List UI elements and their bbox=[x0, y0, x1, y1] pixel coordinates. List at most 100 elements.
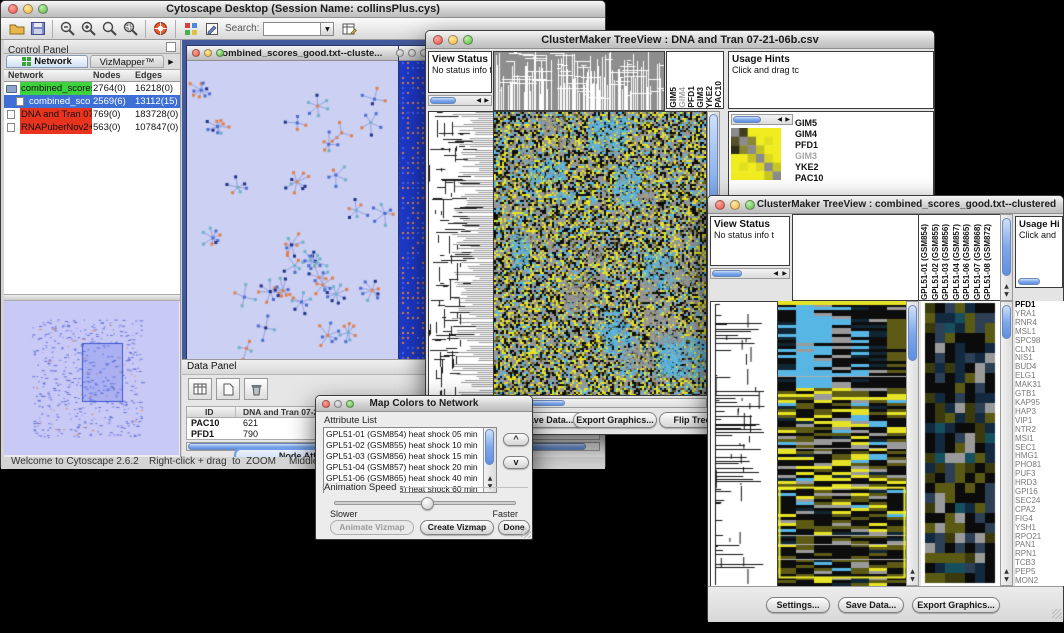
zoom-button[interactable] bbox=[463, 35, 473, 45]
tv2-row-dendrogram[interactable] bbox=[710, 301, 778, 588]
gene-label[interactable]: PFD1 bbox=[795, 140, 823, 151]
tv2-status-hscroll-thumb[interactable] bbox=[712, 270, 742, 277]
zoom-in-button[interactable] bbox=[78, 19, 99, 39]
tv1-heatmap[interactable] bbox=[493, 111, 707, 396]
close-button[interactable] bbox=[396, 49, 404, 57]
attribute-list-item[interactable]: GPL51-01 (GSM854) heat shock 05 min bbox=[324, 429, 483, 440]
save-session-button[interactable] bbox=[27, 19, 48, 39]
tv2-settings-button[interactable]: Settings... bbox=[766, 597, 830, 613]
attribute-list-vscroll-thumb[interactable] bbox=[485, 429, 494, 465]
gene-label[interactable]: PAC10 bbox=[795, 173, 823, 184]
help-ring-icon[interactable] bbox=[150, 19, 171, 39]
minimize-button[interactable] bbox=[334, 400, 342, 408]
scroll-down-icon[interactable]: ▼ bbox=[1001, 291, 1012, 299]
dialog-title-bar[interactable]: Map Colors to Network bbox=[316, 396, 532, 412]
tv1-export-graphics-button[interactable]: Export Graphics... bbox=[573, 412, 657, 428]
scroll-right-icon[interactable]: ▶ bbox=[782, 270, 787, 277]
scroll-up-icon[interactable]: ▲ bbox=[907, 568, 918, 576]
scroll-up-icon[interactable]: ▲ bbox=[1001, 283, 1012, 291]
gene-label[interactable]: GIM5 bbox=[795, 118, 823, 129]
attribute-list-item[interactable]: GPL51-03 (GSM856) heat shock 15 min bbox=[324, 451, 483, 462]
scroll-right-icon[interactable]: ▶ bbox=[785, 116, 790, 123]
close-button[interactable] bbox=[433, 35, 443, 45]
attribute-list-item[interactable]: GPL51-04 (GSM857) heat shock 20 min bbox=[324, 462, 483, 473]
data-col-id[interactable]: ID bbox=[205, 407, 214, 417]
scroll-down-icon[interactable]: ▼ bbox=[907, 576, 918, 584]
tv2-heatmap-vscroll-thumb[interactable] bbox=[908, 305, 917, 361]
search-input[interactable] bbox=[263, 22, 321, 36]
animation-speed-slider[interactable] bbox=[334, 501, 516, 505]
zoom-button[interactable] bbox=[745, 200, 755, 210]
animate-vizmap-button[interactable]: Animate Vizmap bbox=[330, 520, 414, 535]
vizmapper-icon[interactable] bbox=[180, 19, 201, 39]
tab-network[interactable]: Network bbox=[6, 55, 88, 68]
zoom-button[interactable] bbox=[346, 400, 354, 408]
scroll-up-icon[interactable]: ▲ bbox=[1001, 568, 1012, 576]
network-graph-view[interactable] bbox=[187, 61, 398, 359]
zoom-button[interactable] bbox=[216, 49, 224, 57]
tv2-selected-cluster-zoom[interactable] bbox=[921, 301, 1000, 586]
tv1-status-hscrollbar[interactable]: ◀ ▶ bbox=[428, 95, 492, 106]
treeview1-title-bar[interactable]: ClusterMaker TreeView : DNA and Tran 07-… bbox=[426, 31, 934, 49]
tv2-status-hscrollbar[interactable]: ◀ ▶ bbox=[710, 268, 790, 279]
tab-overflow-arrow[interactable]: ▶ bbox=[164, 55, 178, 68]
tv1-status-hscroll-thumb[interactable] bbox=[430, 97, 456, 104]
create-vizmap-button[interactable]: Create Vizmap bbox=[420, 520, 494, 535]
scroll-down-icon[interactable]: ▼ bbox=[1001, 576, 1012, 584]
resize-grip[interactable] bbox=[521, 528, 531, 538]
tv2-zoom-vscroll-thumb[interactable] bbox=[1002, 305, 1011, 339]
network-table-row[interactable]: DNA and Tran 07769(0)183728(0) bbox=[4, 108, 180, 121]
close-button[interactable] bbox=[715, 200, 725, 210]
tv2-labels-vscrollbar[interactable]: ▲ ▼ bbox=[1000, 214, 1013, 301]
select-attributes-button[interactable] bbox=[188, 378, 212, 400]
tv2-export-graphics-button[interactable]: Export Graphics... bbox=[912, 597, 1000, 613]
network-overview-canvas[interactable] bbox=[4, 301, 179, 455]
float-panel-icon[interactable] bbox=[166, 42, 176, 52]
search-dropdown-button[interactable]: ▼ bbox=[321, 22, 334, 36]
tv2-usage-hscroll-thumb[interactable] bbox=[1018, 278, 1040, 285]
network-table-row[interactable]: combined_sco2569(6)13112(15) bbox=[4, 95, 180, 108]
attribute-list-item[interactable]: GPL51-02 (GSM855) heat shock 10 min bbox=[324, 440, 483, 451]
col-header-nodes[interactable]: Nodes bbox=[93, 70, 121, 80]
col-header-edges[interactable]: Edges bbox=[135, 70, 162, 80]
tv2-column-dendrogram-area[interactable] bbox=[792, 214, 919, 301]
col-header-network[interactable]: Network bbox=[8, 70, 44, 80]
tv1-matrix-hscrollbar[interactable]: ◀ ▶ bbox=[731, 114, 793, 125]
minimize-button[interactable] bbox=[204, 49, 212, 57]
attribute-list-vscrollbar[interactable]: ▲ ▼ bbox=[483, 428, 496, 492]
new-attribute-button[interactable] bbox=[216, 378, 240, 400]
tv2-save-data-button[interactable]: Save Data... bbox=[838, 597, 904, 613]
gene-label[interactable]: GIM3 bbox=[795, 151, 823, 162]
scroll-left-icon[interactable]: ◀ bbox=[773, 270, 778, 277]
minimize-button[interactable] bbox=[730, 200, 740, 210]
tv2-labels-vscroll-thumb[interactable] bbox=[1002, 218, 1011, 276]
tv1-similarity-matrix[interactable] bbox=[731, 128, 781, 180]
scroll-left-icon[interactable]: ◀ bbox=[476, 97, 481, 104]
slider-thumb[interactable] bbox=[421, 497, 434, 510]
zoom-selected-button[interactable] bbox=[120, 19, 141, 39]
panel-splitter[interactable] bbox=[4, 294, 180, 301]
move-attribute-down-button[interactable]: v bbox=[503, 456, 529, 469]
tv2-heatmap-vscrollbar[interactable]: ▲ ▼ bbox=[906, 301, 919, 586]
main-title-bar[interactable]: Cytoscape Desktop (Session Name: collins… bbox=[1, 1, 605, 18]
zoom-fit-button[interactable] bbox=[99, 19, 120, 39]
scroll-right-icon[interactable]: ▶ bbox=[484, 97, 489, 104]
scroll-up-icon[interactable]: ▲ bbox=[484, 475, 496, 483]
tv1-matrix-hscroll-thumb[interactable] bbox=[733, 116, 761, 123]
zoom-out-button[interactable] bbox=[57, 19, 78, 39]
tv1-row-dendrogram[interactable] bbox=[428, 111, 494, 396]
tv2-zoom-vscrollbar[interactable]: ▲ ▼ bbox=[1000, 301, 1013, 586]
attribute-editor-icon[interactable] bbox=[339, 19, 360, 39]
resize-grip[interactable] bbox=[1052, 609, 1062, 619]
network-table-row[interactable]: combined_scores2764(0)16218(0) bbox=[4, 82, 180, 95]
close-button[interactable] bbox=[322, 400, 330, 408]
minimize-button[interactable] bbox=[408, 49, 416, 57]
zoom-button[interactable] bbox=[38, 4, 48, 14]
close-button[interactable] bbox=[8, 4, 18, 14]
network-view-window-1[interactable]: combined_scores_good.txt--cluste... bbox=[186, 45, 399, 359]
gene-label[interactable]: MON2 bbox=[1015, 577, 1064, 586]
tv1-column-dendrogram[interactable] bbox=[493, 51, 665, 111]
annotation-icon[interactable] bbox=[201, 19, 222, 39]
minimize-button[interactable] bbox=[23, 4, 33, 14]
treeview2-title-bar[interactable]: ClusterMaker TreeView : combined_scores_… bbox=[708, 196, 1063, 214]
